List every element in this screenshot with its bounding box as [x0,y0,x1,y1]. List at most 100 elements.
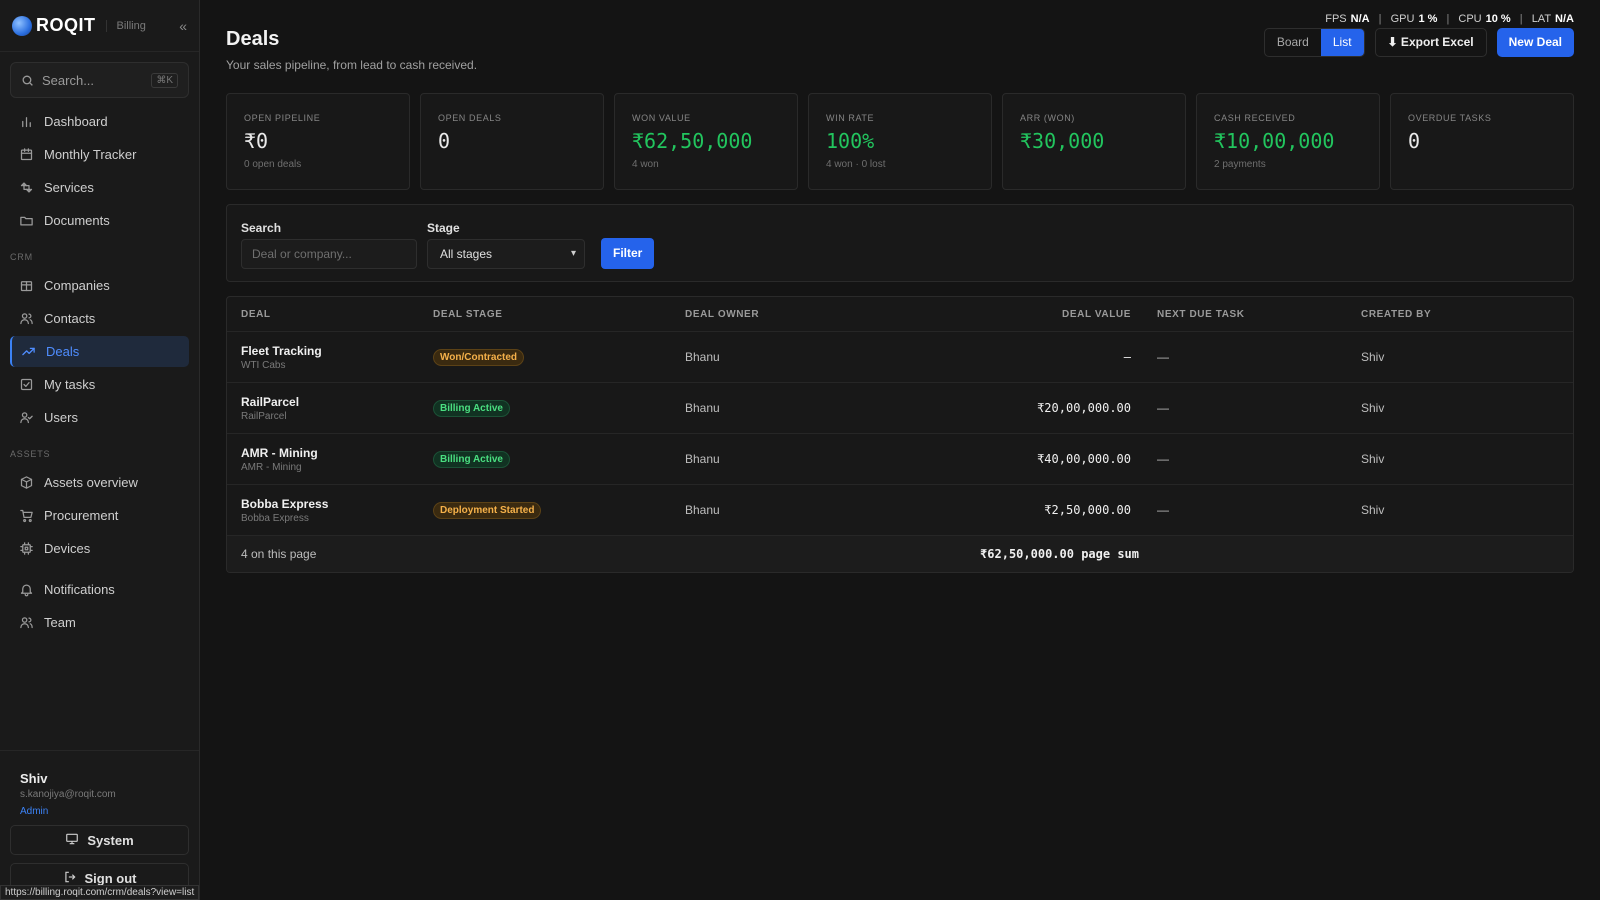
page-title: Deals [226,28,280,50]
footer-sum: ₹62,50,000.00 page sum [980,547,1139,561]
box-icon [18,475,34,491]
sidebar-item-devices[interactable]: Devices [10,533,189,564]
status-bar-url: https://billing.roqit.com/crm/deals?view… [0,885,200,900]
user-check-icon [18,410,34,426]
stat-note: 4 won [632,159,659,170]
stat-value: 100% [826,129,875,153]
sidebar-search-placeholder: Search... [42,72,95,88]
created-by: Shiv [1361,401,1385,415]
sidebar: ROQIT Billing « Search... ⌘K Dashboard Mo… [0,0,200,900]
deal-stage-cell: Deployment Started [433,501,685,519]
sign-out-label: Sign out [84,870,137,886]
deal-company: RailParcel [241,410,287,422]
deal-company: WTI Cabs [241,359,286,371]
new-deal-button[interactable]: New Deal [1496,28,1574,57]
stat-value: ₹0 [244,129,269,153]
stat-label: ARR (WON) [1020,113,1075,123]
folder-icon [18,213,34,229]
sidebar-item-contacts[interactable]: Contacts [10,303,189,334]
deal-search-input[interactable]: Deal or company... [241,239,417,269]
col-next-due-task[interactable]: NEXT DUE TASK [1157,309,1361,320]
page-header: Deals Your sales pipeline, from lead to … [226,0,1574,92]
cart-icon [18,508,34,524]
search-icon [22,75,33,86]
table-row[interactable]: RailParcel RailParcel Billing Active Bhanu ₹… [227,382,1573,433]
stat-note: 2 payments [1214,159,1266,170]
cpu-label: CPU [1458,13,1482,25]
table-row[interactable]: Fleet Tracking WTI Cabs Won/Contracted Bhan… [227,331,1573,382]
stat-value: ₹30,000 [1020,129,1105,153]
system-theme-button[interactable]: System [10,825,189,855]
sidebar-search[interactable]: Search... ⌘K [10,62,189,98]
filter-button[interactable]: Filter [601,238,655,269]
user-role: Admin [20,806,49,817]
export-excel-button[interactable]: ⬇ Export Excel [1374,28,1487,57]
deal-name-link[interactable]: Bobba Express [241,497,433,511]
col-deal[interactable]: DEAL [227,309,433,320]
sidebar-item-procurement[interactable]: Procurement [10,500,189,531]
stat-card-win-rate: WIN RATE 100% 4 won · 0 lost [808,93,992,190]
collapse-sidebar-icon[interactable]: « [179,18,187,34]
table-row[interactable]: AMR - Mining AMR - Mining Billing Active Bh… [227,433,1573,484]
sidebar-item-monthly-tracker[interactable]: Monthly Tracker [10,139,189,170]
sidebar-item-dashboard[interactable]: Dashboard [10,106,189,137]
stat-label: WON VALUE [632,113,691,123]
next-due-task: — [1157,452,1169,466]
deal-name-link[interactable]: AMR - Mining [241,446,433,460]
deal-owner: Bhanu [685,452,720,466]
sidebar-item-label: Dashboard [44,114,108,129]
created-by: Shiv [1361,350,1385,364]
stage-select[interactable]: All stages ▾ [427,239,585,269]
sidebar-item-deals[interactable]: Deals [10,336,189,367]
deal-cell: Fleet Tracking WTI Cabs [227,344,433,371]
col-deal-value[interactable]: DEAL VALUE [925,309,1157,320]
stat-value: 0 [1408,129,1421,153]
stat-value: ₹10,00,000 [1214,129,1335,153]
sidebar-item-label: My tasks [44,377,96,392]
deal-name-link[interactable]: RailParcel [241,395,433,409]
view-board-button[interactable]: Board [1265,29,1321,56]
stat-label: OPEN DEALS [438,113,502,123]
sidebar-item-label: Documents [44,213,110,228]
stat-note: 0 open deals [244,159,302,170]
sidebar-item-users[interactable]: Users [10,402,189,433]
nav-extra: Notifications Team [0,574,199,638]
sidebar-item-label: Assets overview [44,475,138,490]
table-body: Fleet Tracking WTI Cabs Won/Contracted Bhan… [227,331,1573,535]
stat-label: CASH RECEIVED [1214,113,1296,123]
sidebar-item-my-tasks[interactable]: My tasks [10,369,189,400]
next-due-task: — [1157,401,1169,415]
stat-value: ₹62,50,000 [632,129,753,153]
deal-value: ₹40,00,000.00 [1037,452,1131,466]
deal-cell: AMR - Mining AMR - Mining [227,446,433,473]
col-deal-owner[interactable]: DEAL OWNER [685,309,925,320]
stage-select-value: All stages [440,247,493,261]
stat-value: 0 [438,129,451,153]
sidebar-item-notifications[interactable]: Notifications [10,574,189,605]
stat-card-open-pipeline: OPEN PIPELINE ₹0 0 open deals [226,93,410,190]
sidebar-item-label: Procurement [44,508,119,523]
lat-value: N/A [1555,13,1574,25]
gpu-value: 1 % [1418,13,1438,25]
cpu-value: 10 % [1485,13,1511,25]
roqit-logo-icon [12,15,32,36]
sidebar-item-label: Contacts [44,311,96,326]
deal-stage-cell: Won/Contracted [433,348,685,366]
view-list-button[interactable]: List [1320,29,1364,56]
sidebar-item-services[interactable]: Services [10,172,189,203]
stat-card-won-value: WON VALUE ₹62,50,000 4 won [614,93,798,190]
sidebar-item-documents[interactable]: Documents [10,205,189,236]
refresh-icon [18,180,34,196]
deal-name-link[interactable]: Fleet Tracking [241,344,433,358]
sidebar-item-team[interactable]: Team [10,607,189,638]
fps-value: N/A [1350,13,1370,25]
chip-icon [18,541,34,557]
sidebar-item-assets-overview[interactable]: Assets overview [10,467,189,498]
col-deal-stage[interactable]: DEAL STAGE [433,309,685,320]
sidebar-item-companies[interactable]: Companies [10,270,189,301]
stat-label: WIN RATE [826,113,875,123]
deal-cell: RailParcel RailParcel [227,395,433,422]
deal-value: ₹2,50,000.00 [1044,503,1131,517]
col-created-by[interactable]: CREATED BY [1361,309,1573,320]
table-row[interactable]: Bobba Express Bobba Express Deployment Sta… [227,484,1573,535]
